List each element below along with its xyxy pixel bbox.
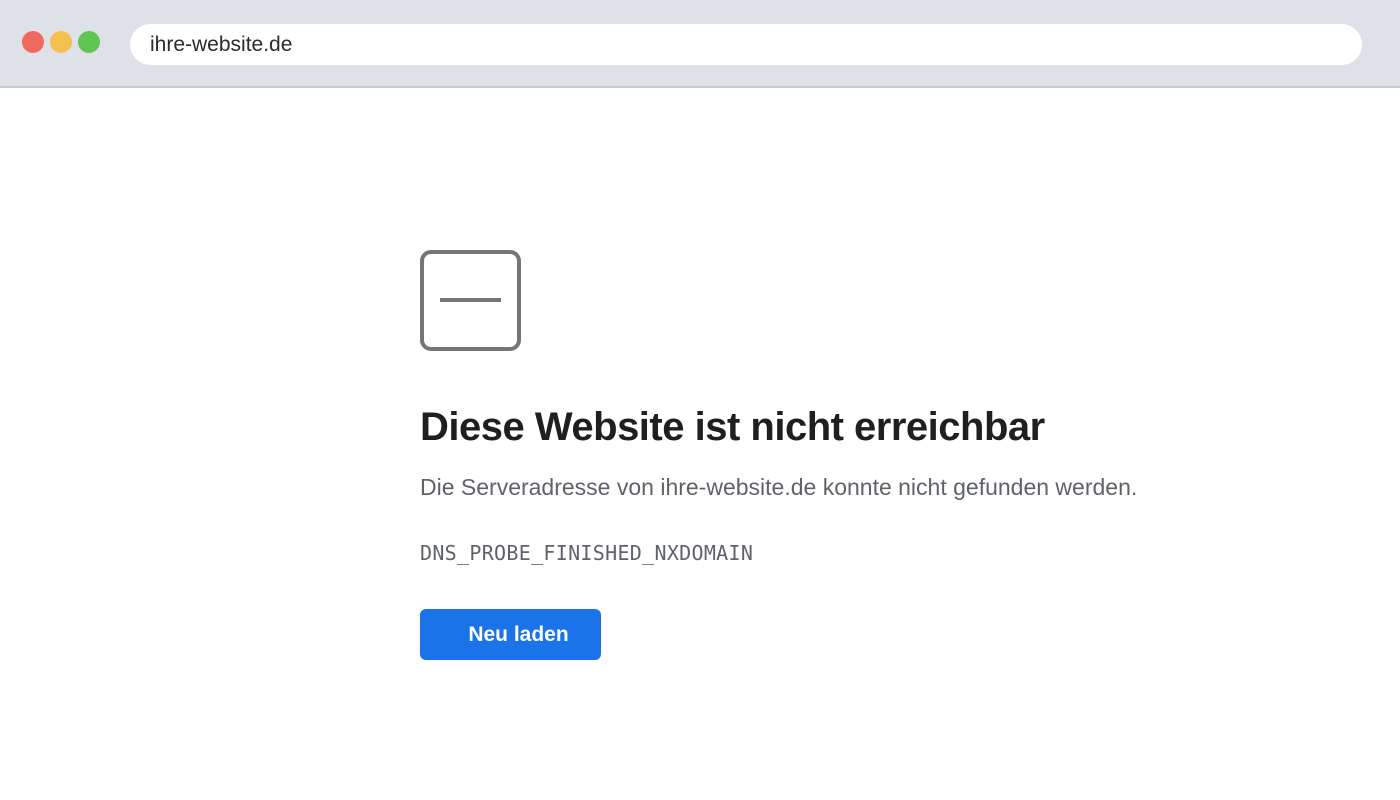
address-bar[interactable]: ihre-website.de: [130, 24, 1362, 65]
maximize-window-button[interactable]: [78, 31, 100, 53]
minimize-window-button[interactable]: [50, 31, 72, 53]
page-title: Diese Website ist nicht erreichbar: [420, 405, 1045, 449]
error-code: DNS_PROBE_FINISHED_NXDOMAIN: [420, 541, 754, 565]
error-page-icon: [420, 250, 521, 351]
address-bar-url: ihre-website.de: [150, 32, 293, 56]
error-description: Die Serveradresse von ihre-website.de ko…: [420, 474, 1138, 500]
reload-button[interactable]: Neu laden: [420, 609, 601, 660]
close-window-button[interactable]: [22, 31, 44, 53]
browser-toolbar: ihre-website.de: [0, 0, 1400, 88]
error-page-content: Diese Website ist nicht erreichbar Die S…: [420, 250, 1280, 660]
reload-button-label: Neu laden: [468, 622, 569, 646]
